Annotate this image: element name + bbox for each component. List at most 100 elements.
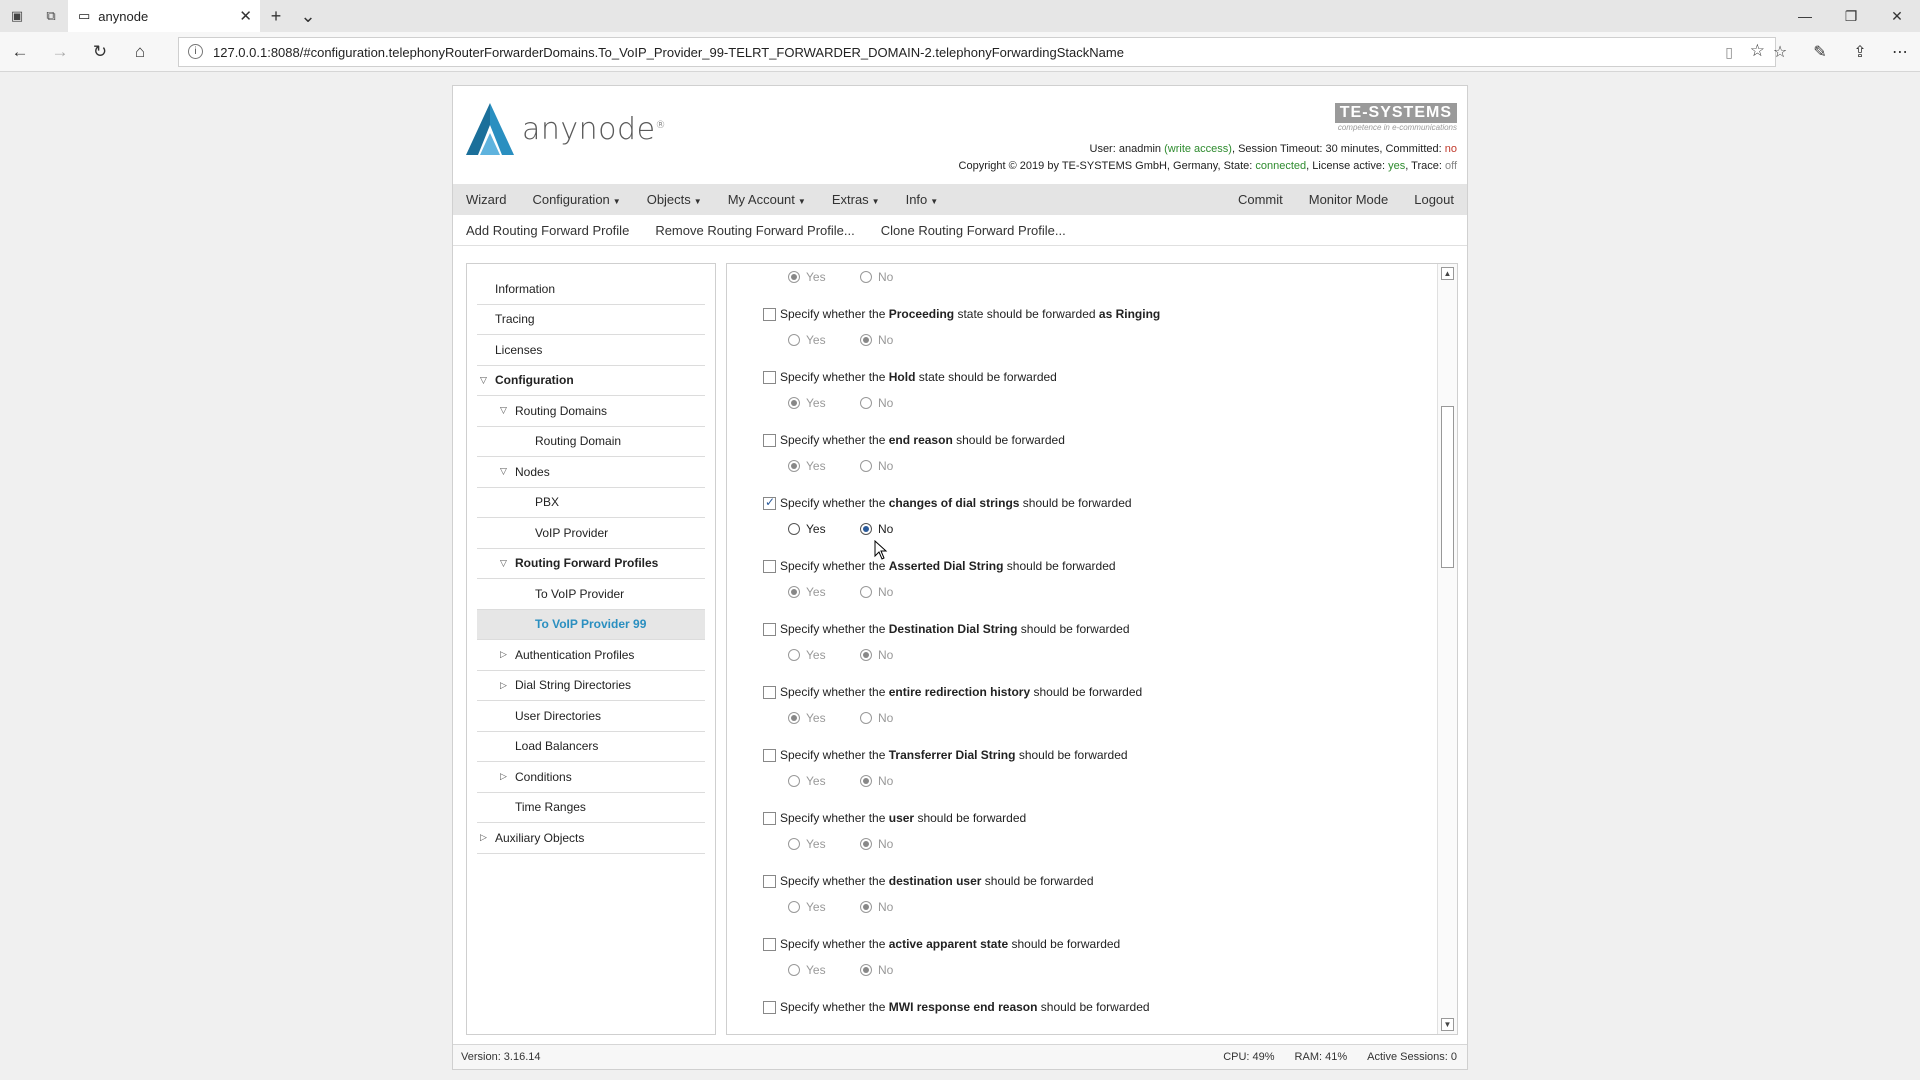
tree-item-information[interactable]: Information bbox=[477, 274, 705, 305]
logout-button[interactable]: Logout bbox=[1401, 192, 1467, 207]
tree-item-nodes[interactable]: ▽ Nodes bbox=[477, 457, 705, 488]
menu-my-account[interactable]: My Account ▼ bbox=[715, 192, 819, 207]
destination-user-checkbox[interactable] bbox=[763, 874, 776, 888]
mwi-end-reason-checkbox[interactable] bbox=[763, 1000, 776, 1014]
option-redirection-history: Specify whether the entire redirection h… bbox=[763, 684, 1142, 725]
end-reason-checkbox[interactable] bbox=[763, 433, 776, 447]
destination-dial-string-checkbox[interactable] bbox=[763, 622, 776, 636]
proceeding-checkbox[interactable] bbox=[763, 307, 776, 321]
tree-item-dial-string-directories[interactable]: ▷ Dial String Directories bbox=[477, 671, 705, 701]
caret-down-icon: ▼ bbox=[612, 197, 621, 206]
option-destination-dial-string: Specify whether the Destination Dial Str… bbox=[763, 621, 1130, 662]
yes-radio[interactable] bbox=[788, 649, 800, 661]
tree-item-conditions[interactable]: ▷ Conditions bbox=[477, 762, 705, 793]
scroll-down-icon[interactable]: ▼ bbox=[1441, 1018, 1454, 1031]
tree-item-routing-domain[interactable]: Routing Domain bbox=[477, 427, 705, 457]
hold-checkbox[interactable] bbox=[763, 370, 776, 384]
commit-button[interactable]: Commit bbox=[1225, 192, 1296, 207]
no-radio[interactable] bbox=[860, 712, 872, 724]
yes-radio[interactable] bbox=[788, 838, 800, 850]
no-radio[interactable] bbox=[860, 397, 872, 409]
no-radio[interactable] bbox=[860, 901, 872, 913]
address-bar[interactable]: i 127.0.0.1:8088/#configuration.telephon… bbox=[178, 37, 1776, 67]
add-profile-button[interactable]: Add Routing Forward Profile bbox=[453, 223, 642, 238]
no-radio[interactable] bbox=[860, 334, 872, 346]
tree-item-time-ranges[interactable]: Time Ranges bbox=[477, 793, 705, 823]
tree-item-user-directories[interactable]: User Directories bbox=[477, 701, 705, 732]
tree-item-voip-provider[interactable]: VoIP Provider bbox=[477, 518, 705, 549]
yes-radio[interactable] bbox=[788, 460, 800, 472]
reading-view-icon[interactable]: ▯ bbox=[1725, 44, 1733, 61]
yes-radio[interactable] bbox=[788, 712, 800, 724]
no-radio[interactable] bbox=[860, 586, 872, 598]
refresh-icon[interactable]: ↻ bbox=[80, 32, 120, 72]
dial-string-changes-checkbox[interactable] bbox=[763, 495, 776, 510]
vertical-scrollbar[interactable]: ▲ ▼ bbox=[1437, 264, 1457, 1034]
no-radio[interactable] bbox=[860, 838, 872, 850]
browser-tab[interactable]: ▭ anynode ✕ bbox=[68, 0, 260, 32]
redirection-history-checkbox[interactable] bbox=[763, 685, 776, 699]
back-icon[interactable]: ← bbox=[0, 32, 40, 72]
tree-item-routing-domains[interactable]: ▽ Routing Domains bbox=[477, 396, 705, 427]
action-toolbar: Add Routing Forward Profile Remove Routi… bbox=[453, 215, 1467, 246]
no-radio[interactable] bbox=[860, 964, 872, 976]
tree-item-pbx[interactable]: PBX bbox=[477, 488, 705, 518]
option-previous: Yes No bbox=[763, 270, 918, 284]
tree-item-tracing[interactable]: Tracing bbox=[477, 305, 705, 335]
menu-objects[interactable]: Objects ▼ bbox=[634, 192, 715, 207]
yes-radio[interactable] bbox=[788, 964, 800, 976]
menu-info[interactable]: Info ▼ bbox=[893, 192, 952, 207]
set-tabs-aside-icon[interactable]: ⧉ bbox=[34, 0, 68, 32]
new-tab-icon[interactable]: + bbox=[260, 0, 292, 32]
yes-radio[interactable] bbox=[788, 334, 800, 346]
menu-extras[interactable]: Extras ▼ bbox=[819, 192, 893, 207]
active-apparent-state-checkbox[interactable] bbox=[763, 937, 776, 951]
no-radio[interactable] bbox=[860, 649, 872, 661]
tab-list-chevron-icon[interactable]: ⌄ bbox=[292, 0, 324, 32]
home-icon[interactable]: ⌂ bbox=[120, 32, 160, 72]
no-radio[interactable] bbox=[860, 271, 872, 283]
more-menu-icon[interactable]: ⋯ bbox=[1880, 32, 1920, 72]
caret-down-icon: ▼ bbox=[693, 197, 702, 206]
menu-wizard[interactable]: Wizard bbox=[453, 192, 519, 207]
yes-radio[interactable] bbox=[788, 775, 800, 787]
tree-item-auxiliary-objects[interactable]: ▷ Auxiliary Objects bbox=[477, 823, 705, 854]
share-icon[interactable]: ⇪ bbox=[1840, 32, 1880, 72]
tree-item-licenses[interactable]: Licenses bbox=[477, 335, 705, 366]
remove-profile-button[interactable]: Remove Routing Forward Profile... bbox=[642, 223, 867, 238]
yes-radio[interactable] bbox=[788, 271, 800, 283]
user-checkbox[interactable] bbox=[763, 811, 776, 825]
tree-item-routing-forward-profiles[interactable]: ▽ Routing Forward Profiles bbox=[477, 549, 705, 579]
favorites-hub-icon[interactable]: ☆ bbox=[1760, 32, 1800, 72]
menu-configuration[interactable]: Configuration ▼ bbox=[519, 192, 633, 207]
asserted-dial-string-checkbox[interactable] bbox=[763, 559, 776, 573]
transferrer-dial-string-checkbox[interactable] bbox=[763, 748, 776, 762]
close-tab-icon[interactable]: ✕ bbox=[239, 7, 252, 25]
tree-item-to-voip-provider[interactable]: To VoIP Provider bbox=[477, 579, 705, 610]
clone-profile-button[interactable]: Clone Routing Forward Profile... bbox=[868, 223, 1079, 238]
tree-item-load-balancers[interactable]: Load Balancers bbox=[477, 732, 705, 762]
option-asserted-dial-string: Specify whether the Asserted Dial String… bbox=[763, 558, 1116, 599]
forward-icon[interactable]: → bbox=[40, 32, 80, 72]
tree-item-authentication-profiles[interactable]: ▷ Authentication Profiles bbox=[477, 640, 705, 671]
no-radio[interactable] bbox=[860, 460, 872, 472]
monitor-mode-button[interactable]: Monitor Mode bbox=[1296, 192, 1401, 207]
tree-item-to-voip-provider-99[interactable]: To VoIP Provider 99 bbox=[477, 609, 705, 640]
tree-item-configuration[interactable]: ▽ Configuration bbox=[477, 366, 705, 396]
no-radio[interactable] bbox=[860, 523, 872, 535]
scroll-up-icon[interactable]: ▲ bbox=[1441, 267, 1454, 280]
no-radio[interactable] bbox=[860, 775, 872, 787]
close-window-icon[interactable]: ✕ bbox=[1874, 0, 1920, 32]
minimize-icon[interactable]: — bbox=[1782, 0, 1828, 32]
yes-radio[interactable] bbox=[788, 901, 800, 913]
pen-notes-icon[interactable]: ✎ bbox=[1800, 32, 1840, 72]
mouse-cursor-icon bbox=[874, 540, 888, 560]
tab-manager-icon[interactable]: ▣ bbox=[0, 0, 34, 32]
yes-radio[interactable] bbox=[788, 523, 800, 535]
yes-radio[interactable] bbox=[788, 397, 800, 409]
scroll-thumb[interactable] bbox=[1441, 406, 1454, 568]
yes-radio[interactable] bbox=[788, 586, 800, 598]
site-info-icon[interactable]: i bbox=[188, 44, 203, 59]
restore-icon[interactable]: ❐ bbox=[1828, 0, 1874, 32]
answer-row: Yes No bbox=[788, 774, 1128, 788]
